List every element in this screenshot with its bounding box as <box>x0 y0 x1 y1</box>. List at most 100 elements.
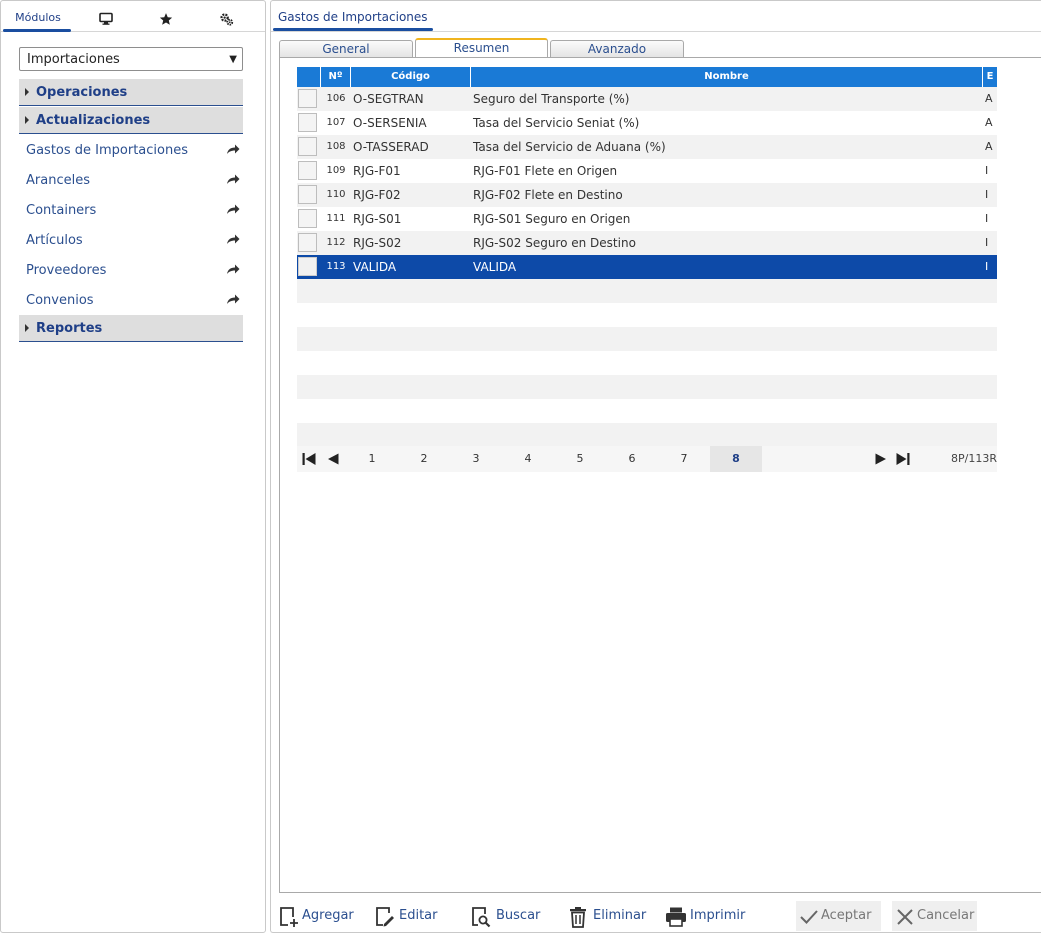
row-checkbox[interactable] <box>298 89 317 108</box>
row-nombre: Tasa del Servicio de Aduana (%) <box>473 140 666 154</box>
page-4[interactable]: 4 <box>515 446 541 472</box>
page-7[interactable]: 7 <box>671 446 697 472</box>
row-estado: A <box>985 92 993 105</box>
check-icon <box>800 910 818 924</box>
row-checkbox[interactable] <box>298 137 317 156</box>
window-title[interactable]: Gastos de Importaciones <box>278 10 428 24</box>
menu-item-label: Artículos <box>26 233 83 248</box>
row-num: 109 <box>326 165 346 176</box>
row-estado: A <box>985 116 993 129</box>
row-checkbox[interactable] <box>298 257 317 276</box>
tab-modulos[interactable]: Módulos <box>3 1 73 32</box>
row-checkbox[interactable] <box>298 161 317 180</box>
table-row-selected[interactable]: 113 VALIDA VALIDA I <box>297 255 997 279</box>
tab-settings[interactable] <box>195 1 257 31</box>
row-nombre: VALIDA <box>473 260 517 274</box>
monitor-icon <box>99 12 113 25</box>
header-nombre[interactable]: Nombre <box>471 67 983 87</box>
header-num[interactable]: Nº <box>321 67 351 87</box>
row-checkbox[interactable] <box>298 209 317 228</box>
page-3[interactable]: 3 <box>463 446 489 472</box>
cancelar-button[interactable]: Cancelar <box>892 901 977 931</box>
row-codigo: O-TASSERAD <box>353 140 429 154</box>
dropdown-arrow-icon: ▼ <box>229 54 237 65</box>
menu-item-articulos[interactable]: Artículos <box>26 231 244 253</box>
close-icon <box>897 909 913 925</box>
imprimir-button[interactable]: Imprimir <box>665 901 751 931</box>
share-arrow-icon <box>227 204 240 214</box>
page-8-current[interactable]: 8 <box>710 446 762 472</box>
header-check-column <box>297 67 321 87</box>
eliminar-button[interactable]: Eliminar <box>569 901 649 931</box>
prev-page-icon <box>328 453 339 465</box>
tab-favorites[interactable] <box>137 1 195 31</box>
editar-button[interactable]: Editar <box>375 901 447 931</box>
prev-page-button[interactable] <box>325 446 341 472</box>
divider <box>271 31 1041 32</box>
section-actualizaciones[interactable]: Actualizaciones <box>19 107 243 134</box>
cancelar-label: Cancelar <box>917 908 975 923</box>
menu-item-label: Proveedores <box>26 263 107 278</box>
section-operaciones[interactable]: Operaciones <box>19 79 243 106</box>
row-checkbox[interactable] <box>298 233 317 252</box>
left-tab-bar: Módulos <box>1 1 265 32</box>
row-nombre: RJG-F02 Flete en Destino <box>473 188 623 202</box>
menu-item-label: Gastos de Importaciones <box>26 143 188 158</box>
table-row[interactable]: 112 RJG-S02 RJG-S02 Seguro en Destino I <box>297 231 997 255</box>
grid-header: Nº Código Nombre E <box>297 67 997 87</box>
menu-item-proveedores[interactable]: Proveedores <box>26 261 244 283</box>
first-page-button[interactable] <box>301 446 317 472</box>
tab-avanzado[interactable]: Avanzado <box>550 40 684 58</box>
module-select[interactable]: Importaciones ▼ <box>19 47 243 71</box>
table-row[interactable]: 110 RJG-F02 RJG-F02 Flete en Destino I <box>297 183 997 207</box>
row-checkbox[interactable] <box>298 113 317 132</box>
next-page-button[interactable] <box>873 446 889 472</box>
page-6[interactable]: 6 <box>619 446 645 472</box>
row-nombre: RJG-F01 Flete en Origen <box>473 164 618 178</box>
page-2[interactable]: 2 <box>411 446 437 472</box>
tab-content: Nº Código Nombre E 106 O-SEGTRAN Seguro … <box>279 58 1041 893</box>
menu-item-label: Containers <box>26 203 97 218</box>
share-arrow-icon <box>227 234 240 244</box>
editar-label: Editar <box>399 908 438 923</box>
row-num: 110 <box>326 189 346 200</box>
menu-item-gastos-importaciones[interactable]: Gastos de Importaciones <box>26 141 244 163</box>
row-checkbox[interactable] <box>298 185 317 204</box>
first-page-icon <box>302 453 316 465</box>
table-row[interactable]: 106 O-SEGTRAN Seguro del Transporte (%) … <box>297 87 997 111</box>
aceptar-button[interactable]: Aceptar <box>796 901 881 931</box>
pager-info: 8P/113R <box>951 452 997 465</box>
menu-item-containers[interactable]: Containers <box>26 201 244 223</box>
tab-desktop[interactable] <box>75 1 137 31</box>
table-row[interactable]: 108 O-TASSERAD Tasa del Servicio de Adua… <box>297 135 997 159</box>
row-codigo: O-SEGTRAN <box>353 92 424 106</box>
imprimir-label: Imprimir <box>690 908 746 923</box>
menu-item-aranceles[interactable]: Aranceles <box>26 171 244 193</box>
header-estado[interactable]: E <box>983 67 997 87</box>
row-num: 107 <box>326 117 346 128</box>
last-page-button[interactable] <box>895 446 911 472</box>
section-reportes[interactable]: Reportes <box>19 315 243 342</box>
table-row[interactable]: 111 RJG-S01 RJG-S01 Seguro en Origen I <box>297 207 997 231</box>
left-panel: Módulos Importaciones ▼ Operaciones Actu… <box>0 0 266 933</box>
agregar-button[interactable]: Agregar <box>279 901 359 931</box>
section-actualizaciones-label: Actualizaciones <box>36 113 151 128</box>
buscar-button[interactable]: Buscar <box>471 901 547 931</box>
menu-item-label: Aranceles <box>26 173 90 188</box>
table-row[interactable]: 109 RJG-F01 RJG-F01 Flete en Origen I <box>297 159 997 183</box>
last-page-icon <box>896 453 910 465</box>
row-estado: I <box>985 164 989 177</box>
tab-resumen[interactable]: Resumen <box>415 38 548 58</box>
header-codigo[interactable]: Código <box>351 67 471 87</box>
empty-row <box>297 399 997 423</box>
table-row[interactable]: 107 O-SERSENIA Tasa del Servicio Seniat … <box>297 111 997 135</box>
tab-general[interactable]: General <box>279 40 413 58</box>
tab-modulos-label: Módulos <box>15 11 61 24</box>
page-1[interactable]: 1 <box>359 446 385 472</box>
row-nombre: Tasa del Servicio Seniat (%) <box>473 116 640 130</box>
page-5[interactable]: 5 <box>567 446 593 472</box>
gears-icon <box>219 12 233 26</box>
row-estado: I <box>985 236 989 249</box>
module-select-value: Importaciones <box>27 52 120 67</box>
menu-item-convenios[interactable]: Convenios <box>26 291 244 313</box>
